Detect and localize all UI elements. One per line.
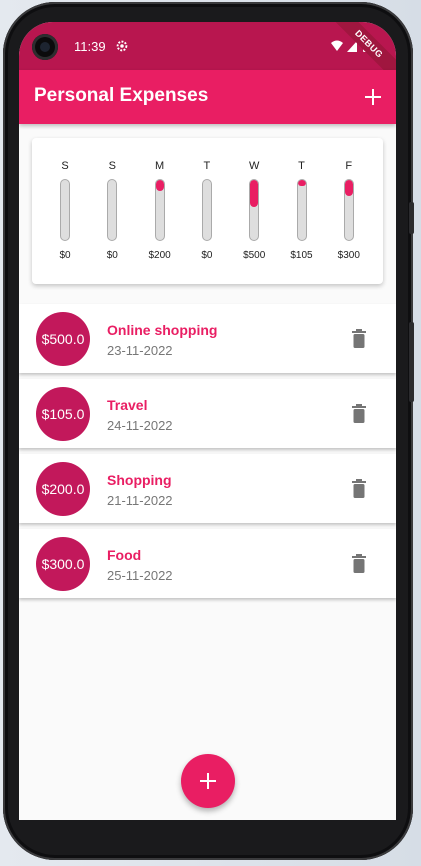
chart-amount-label: $0 (59, 250, 71, 261)
amount-avatar: $105.0 (36, 387, 90, 441)
chart-day-label: F (345, 160, 353, 172)
wifi-icon (331, 40, 343, 51)
status-bar: 11:39 DEBUG (19, 22, 396, 89)
chart-bar-track (107, 179, 118, 241)
chart-day-label: S (61, 160, 69, 172)
power-button (409, 202, 414, 234)
transaction-date: 25-11-2022 (107, 568, 173, 583)
transaction-title: Shopping (107, 472, 172, 488)
chart-bar-column: T $105 (282, 138, 322, 284)
chart-amount-label: $300 (337, 250, 360, 261)
transaction-item[interactable]: $200.0 Shopping 21-11-2022 (19, 454, 396, 523)
transaction-date: 21-11-2022 (107, 493, 173, 508)
chart-bar-column: F $300 (329, 138, 369, 284)
chart-day-label: W (248, 160, 260, 172)
transaction-item[interactable]: $300.0 Food 25-11-2022 (19, 529, 396, 598)
chart-bar-track (296, 179, 307, 241)
chart-bar-fill (250, 180, 259, 208)
transaction-title: Travel (107, 397, 148, 413)
chart-bar-column: S $0 (45, 138, 85, 284)
chart-bar-track (154, 179, 165, 241)
trash-icon[interactable] (351, 554, 367, 574)
phone-frame: 11:39 DEBUG Personal Expenses S $0 S $0 M $20… (3, 2, 414, 860)
chart-bar-fill (297, 180, 306, 186)
trash-icon[interactable] (351, 479, 367, 499)
chart-bar-track (201, 179, 212, 241)
app-bar: Personal Expenses (19, 70, 396, 124)
chart-day-label: T (203, 160, 211, 172)
chart-bar-column: W $500 (234, 138, 274, 284)
add-transaction-button[interactable] (181, 754, 235, 808)
amount-avatar: $300.0 (36, 537, 90, 591)
amount-avatar: $200.0 (36, 462, 90, 516)
volume-button (409, 322, 414, 402)
chart-bar-fill (344, 180, 353, 197)
status-time: 11:39 (74, 39, 106, 54)
page-title: Personal Expenses (34, 85, 209, 106)
chart-day-label: M (155, 160, 165, 172)
transaction-item[interactable]: $105.0 Travel 24-11-2022 (19, 379, 396, 448)
chart-bar-column: T $0 (187, 138, 227, 284)
chart-bar-column: S $0 (92, 138, 132, 284)
chart-bar-fill (155, 180, 164, 191)
add-icon[interactable] (363, 87, 383, 107)
chart-day-label: S (108, 160, 116, 172)
transaction-date: 23-11-2022 (107, 343, 173, 358)
chart-day-label: T (298, 160, 305, 172)
chart-bar-track (60, 179, 70, 241)
chart-bar-track (343, 179, 354, 241)
chart-bar-column: M $200 (140, 138, 180, 284)
phone-screen: 11:39 DEBUG Personal Expenses S $0 S $0 M $20… (19, 22, 396, 820)
chart-amount-label: $105 (290, 250, 313, 261)
transaction-date: 24-11-2022 (107, 418, 173, 433)
front-camera (32, 34, 58, 60)
transaction-item[interactable]: $500.0 Online shopping 23-11-2022 (19, 304, 396, 373)
chart-amount-label: $0 (106, 250, 118, 261)
trash-icon[interactable] (351, 404, 367, 424)
chart-bar-track (249, 179, 260, 241)
gear-icon (116, 40, 128, 52)
chart-amount-label: $200 (148, 250, 171, 261)
amount-avatar: $500.0 (36, 312, 90, 366)
add-icon (200, 773, 216, 789)
transaction-title: Food (107, 547, 142, 563)
chart-amount-label: $500 (243, 250, 266, 261)
transaction-title: Online shopping (107, 322, 218, 338)
chart-amount-label: $0 (201, 250, 213, 261)
weekly-chart-card: S $0 S $0 M $200 T $0 W $500 T $105 F $300 (32, 138, 383, 284)
trash-icon[interactable] (351, 329, 367, 349)
